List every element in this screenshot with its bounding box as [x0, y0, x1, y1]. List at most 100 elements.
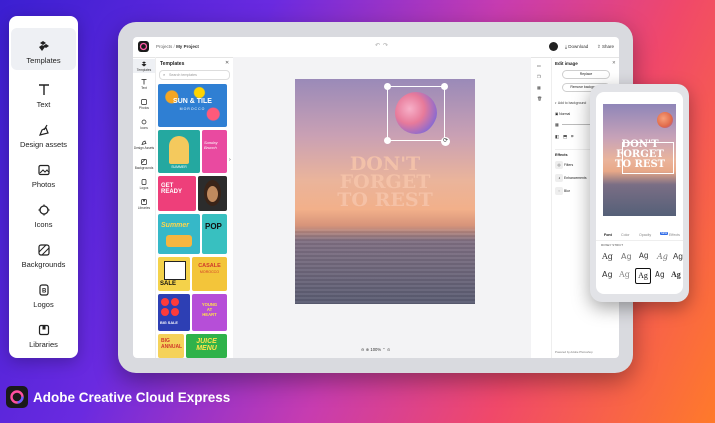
template-thumb[interactable] [198, 176, 227, 211]
project-name[interactable]: My Project [176, 44, 199, 49]
template-thumb[interactable]: POP [202, 214, 227, 254]
template-thumb[interactable]: JUICE MENU [186, 334, 227, 358]
rail-item-design-assets[interactable]: Design Assets [133, 139, 155, 150]
layers-icon[interactable]: ▭ [537, 63, 547, 68]
template-thumb[interactable]: YOUNG AT HEART [192, 294, 227, 331]
replace-button[interactable]: Replace [562, 70, 610, 79]
font-option[interactable]: Ag [621, 252, 632, 261]
sidebar-item-design-assets[interactable]: Design assets [11, 114, 76, 154]
font-option-selected[interactable]: Ag [635, 268, 651, 284]
delete-icon[interactable]: 🗑 [537, 96, 547, 101]
template-thumb[interactable]: BIG ANNUAL [158, 334, 184, 358]
arrange-icon[interactable]: ▦ [537, 85, 547, 90]
filters-icon: ◎ [555, 161, 563, 169]
sidebar-item-logos[interactable]: B Logos [11, 274, 76, 314]
font-option[interactable]: Ag [655, 270, 665, 279]
template-thumb[interactable]: Sunday Brunch [202, 130, 227, 173]
effects-title: Effects [555, 153, 568, 157]
zoom-out-icon[interactable]: ⊖ [361, 347, 365, 352]
font-option[interactable]: Ag [673, 252, 683, 261]
template-thumb[interactable]: BIG SALE [158, 294, 190, 331]
tablet-screen: Projects / My Project ↶ ↷ ⤓ Download ⇪ S… [133, 37, 619, 358]
font-option[interactable]: Ag [657, 252, 668, 261]
breadcrumb-projects[interactable]: Projects [156, 44, 172, 49]
effect-label: Enhancements [563, 176, 587, 180]
template-thumb-title: Sunday Brunch [204, 140, 218, 150]
font-option[interactable]: Ag [602, 252, 613, 261]
font-grid: Ag Ag Ag Ag Ag Ag Ag Ag Ag Ag [599, 250, 683, 290]
download-button[interactable]: ⤓ Download [565, 44, 588, 49]
rail-item-photos[interactable]: Photos [133, 99, 155, 110]
flip-horizontal-icon[interactable]: ◧ [555, 134, 559, 140]
text-selection-box[interactable] [622, 142, 674, 174]
search-input[interactable]: ⌕ Search templates [159, 70, 230, 80]
tab-opacity[interactable]: Opacity [639, 233, 651, 237]
template-thumb[interactable]: SUMMER [158, 130, 200, 173]
flip-vertical-icon[interactable]: ⬒ [563, 134, 567, 140]
font-option[interactable]: Ag [619, 270, 630, 279]
icons-icon [141, 119, 147, 125]
sidebar-item-text[interactable]: Text [11, 74, 76, 114]
crop-icon[interactable]: ⌗ [571, 134, 574, 139]
rail-item-text[interactable]: Text [133, 79, 155, 90]
effect-enhancements[interactable]: ◑ Enhancements [555, 174, 587, 182]
template-thumb[interactable]: Summer [158, 214, 200, 254]
duplicate-icon[interactable]: ❐ [537, 74, 547, 79]
close-panel-icon[interactable]: ✕ [225, 60, 229, 66]
rail-item-libraries[interactable]: Libraries [133, 199, 155, 210]
zoom-controls: ⊖ ⊕ 100% ⌃ ⊙ [361, 347, 390, 352]
effect-label: Filters [563, 163, 574, 167]
panel-scroll-chevron-icon[interactable]: › [229, 157, 231, 163]
resize-handle[interactable] [441, 83, 448, 90]
template-thumb[interactable]: SUN & TILE MOROCCO [158, 84, 227, 127]
undo-icon[interactable]: ↶ [375, 42, 380, 49]
template-thumb[interactable]: CASALE MOROCCO [192, 257, 227, 291]
sidebar-item-libraries[interactable]: Libraries [11, 314, 76, 354]
search-placeholder: Search templates [169, 72, 197, 77]
share-button[interactable]: ⇪ Share [597, 44, 614, 50]
resize-handle[interactable] [384, 137, 391, 144]
fit-screen-icon[interactable]: ⊙ [387, 347, 391, 352]
templates-icon [38, 41, 49, 51]
zoom-level[interactable]: 100% [370, 347, 381, 352]
effect-filters[interactable]: ◎ Filters [555, 161, 573, 169]
sidebar-item-icons[interactable]: Icons [11, 194, 76, 234]
rotate-handle-icon[interactable]: ⟳ [441, 137, 450, 146]
tab-color[interactable]: Color [621, 233, 630, 237]
template-thumb-title: SUN & TILE [173, 98, 212, 105]
sidebar-item-backgrounds[interactable]: Backgrounds [11, 234, 76, 274]
font-option[interactable]: Ag [639, 252, 649, 261]
zoom-in-icon[interactable]: ⊕ [366, 347, 370, 352]
templates-icon [141, 61, 147, 66]
close-panel-icon[interactable]: ✕ [612, 60, 616, 66]
canvas-headline[interactable]: DON'T FORGET TO REST [317, 155, 453, 210]
redo-icon[interactable]: ↷ [383, 42, 388, 49]
artboard[interactable]: DON'T FORGET TO REST ⟳ [295, 79, 475, 304]
template-thumb-title: Summer [161, 222, 190, 229]
tab-effects[interactable]: Effects [669, 233, 680, 237]
sidebar-item-templates[interactable]: Templates [11, 28, 76, 70]
breadcrumb: Projects / My Project [156, 44, 199, 49]
selected-image-bounding-box[interactable]: ⟳ [384, 83, 450, 146]
effect-blur[interactable]: ◌ Blur [555, 187, 570, 195]
rail-item-logos[interactable]: Logos [133, 179, 155, 190]
zoom-dropdown-chevron-icon[interactable]: ⌃ [382, 347, 386, 352]
template-thumb-title: CASALE [198, 263, 221, 269]
phone-artboard[interactable]: DON'T FORGET TO REST [603, 104, 676, 216]
template-thumb[interactable]: GET READY [158, 176, 196, 211]
avatar[interactable] [549, 42, 558, 51]
app-left-rail: Templates Text Photos Icons Design Asset… [133, 57, 156, 358]
sidebar-item-label: Photos [31, 180, 56, 189]
font-option[interactable]: Ag [602, 270, 613, 279]
resize-handle[interactable] [384, 83, 391, 90]
rail-label: Backgrounds [134, 166, 154, 170]
rail-item-backgrounds[interactable]: Backgrounds [133, 159, 155, 170]
font-option[interactable]: Ag [671, 270, 681, 279]
tab-font[interactable]: Font [604, 233, 612, 237]
rail-item-icons[interactable]: Icons [133, 119, 155, 130]
sidebar-item-photos[interactable]: Photos [11, 154, 76, 194]
rail-item-templates[interactable]: Templates [133, 59, 155, 73]
add-to-background-toggle[interactable]: ◐ Add to background [555, 101, 586, 105]
app-logo-icon[interactable] [138, 41, 149, 52]
template-thumb[interactable]: SALE [158, 257, 190, 291]
